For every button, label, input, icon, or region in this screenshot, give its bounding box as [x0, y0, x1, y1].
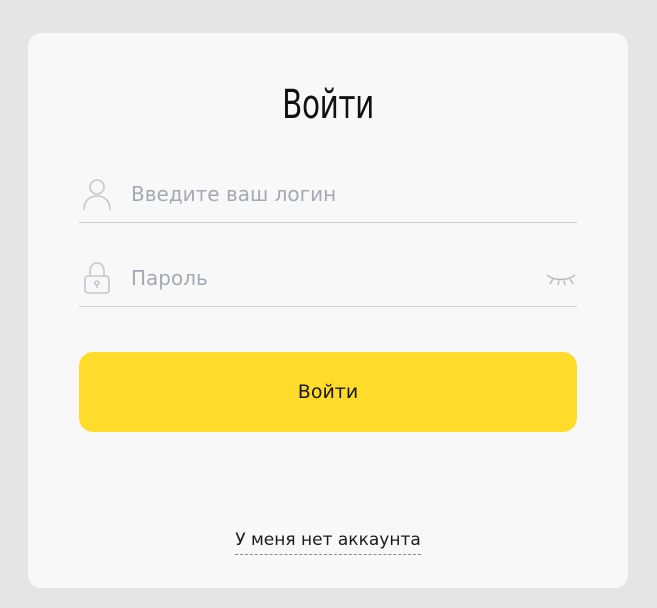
no-account-row: У меня нет аккаунта [28, 530, 628, 555]
login-input[interactable] [131, 175, 531, 213]
user-icon [81, 177, 113, 211]
password-input[interactable] [131, 259, 531, 297]
login-card: Войти Введите ваш логин Войти У меня нет… [28, 33, 628, 588]
no-account-link[interactable]: У меня нет аккаунта [235, 530, 421, 555]
password-field[interactable] [79, 249, 577, 307]
page-title: Войти [282, 82, 374, 128]
login-field[interactable] [79, 165, 577, 223]
eye-closed-icon[interactable] [545, 271, 577, 287]
lock-icon [81, 261, 113, 295]
login-button[interactable]: Войти [79, 352, 577, 432]
